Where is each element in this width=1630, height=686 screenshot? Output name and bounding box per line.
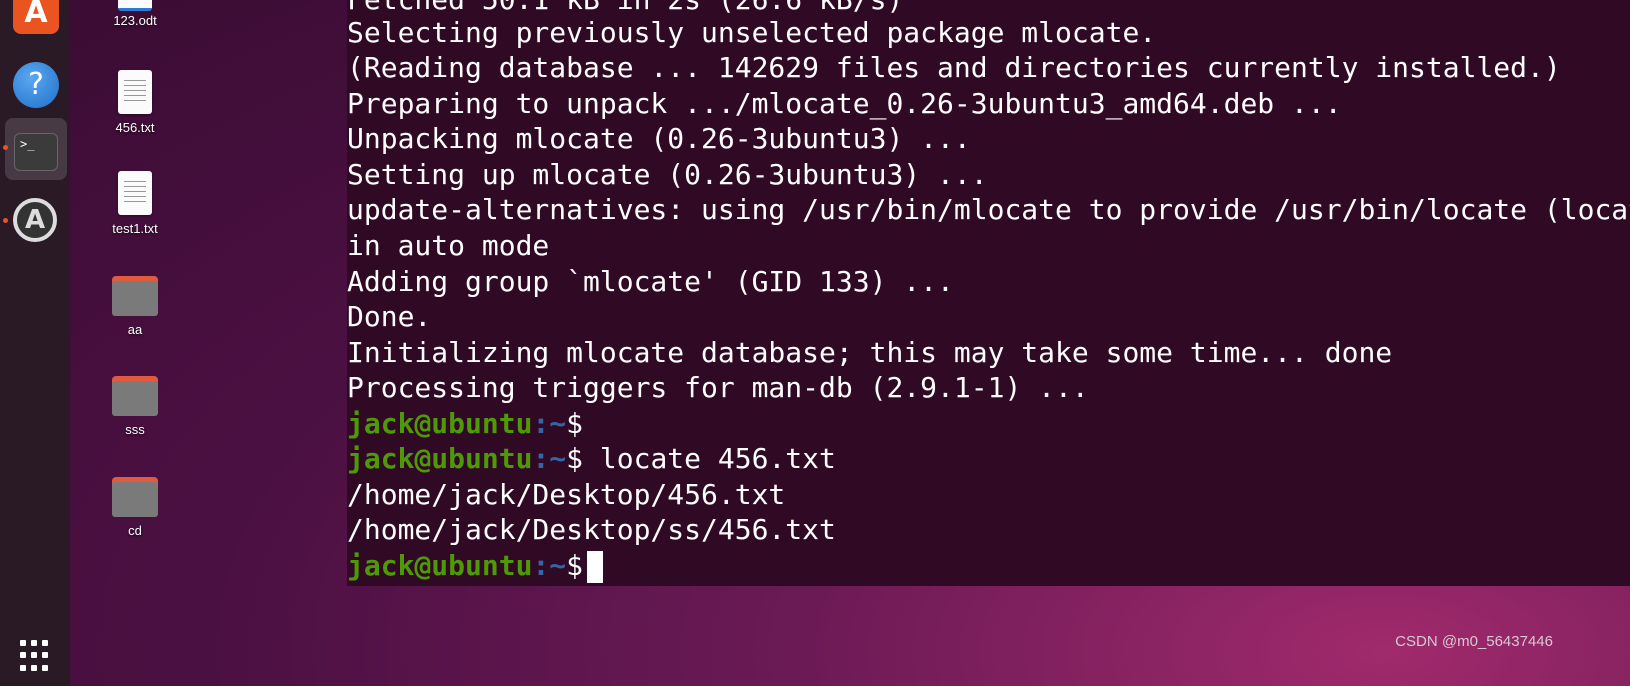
desktop-item-label: 123.odt [113, 13, 157, 28]
desktop-item-aa[interactable]: aa [95, 276, 175, 337]
show-applications-icon[interactable] [20, 640, 52, 672]
terminal-output-line: Done. [347, 300, 432, 333]
terminal-prompt-line[interactable]: jack@ubuntu:~$ [347, 548, 604, 584]
prompt-user: jack@ubuntu [347, 549, 533, 582]
document-icon [118, 0, 152, 11]
terminal-output-line: in auto mode [347, 229, 550, 262]
dock: A ? >_ A [0, 0, 70, 686]
prompt-symbol: $ [566, 549, 584, 582]
terminal-output-line: update-alternatives: using /usr/bin/mloc… [347, 193, 1630, 226]
desktop-item-label: cd [128, 523, 142, 538]
folder-icon [112, 477, 158, 517]
desktop-item-label: test1.txt [112, 221, 158, 236]
desktop-item-456-txt[interactable]: 456.txt [95, 70, 175, 135]
terminal-window[interactable]: Fetched 50.1 kB in 2s (26.6 kB/s) Select… [347, 0, 1630, 586]
desktop-item-sss[interactable]: sss [95, 376, 175, 437]
terminal-icon[interactable]: >_ [14, 133, 58, 171]
terminal-output-line: Processing triggers for man-db (2.9.1-1)… [347, 371, 1089, 404]
terminal-output-line: Setting up mlocate (0.26-3ubuntu3) ... [347, 158, 988, 191]
desktop-item-label: sss [125, 422, 145, 437]
running-indicator [3, 145, 8, 150]
prompt-path: :~ [532, 549, 567, 582]
desktop-item-test1-txt[interactable]: test1.txt [95, 171, 175, 236]
terminal-output-line: Initializing mlocate database; this may … [347, 336, 1393, 369]
software-store-icon[interactable]: A [13, 0, 59, 34]
desktop-item-cd[interactable]: cd [95, 477, 175, 538]
terminal-output-line: Selecting previously unselected package … [347, 16, 1157, 49]
prompt-symbol: $ [566, 442, 584, 475]
terminal-cursor[interactable] [587, 551, 604, 583]
folder-icon [112, 376, 158, 416]
running-indicator [3, 218, 8, 223]
help-icon[interactable]: ? [13, 62, 59, 108]
terminal-prompt-line: jack@ubuntu:~$ [347, 406, 583, 442]
folder-icon [112, 276, 158, 316]
terminal-result-line: /home/jack/Desktop/456.txt [347, 478, 786, 511]
watermark: CSDN @m0_56437446 [1395, 633, 1553, 650]
software-updater-icon[interactable]: A [13, 198, 57, 242]
terminal-output-line: Preparing to unpack .../mlocate_0.26-3ub… [347, 87, 1342, 120]
prompt-path: :~ [532, 442, 567, 475]
text-file-icon [118, 70, 152, 114]
desktop-item-label: 456.txt [115, 120, 155, 135]
terminal-command: locate 456.txt [583, 442, 836, 475]
prompt-path: :~ [532, 407, 567, 440]
terminal-prompt-line: jack@ubuntu:~$ locate 456.txt [347, 441, 836, 477]
terminal-output-line: (Reading database ... 142629 files and d… [347, 51, 1561, 84]
text-file-icon [118, 171, 152, 215]
prompt-user: jack@ubuntu [347, 407, 533, 440]
terminal-output-line: Adding group `mlocate' (GID 133) ... [347, 265, 954, 298]
desktop-item-123-odt[interactable]: 123.odt [95, 0, 175, 28]
desktop-item-label: aa [127, 322, 143, 337]
terminal-output-line: Unpacking mlocate (0.26-3ubuntu3) ... [347, 122, 971, 155]
prompt-user: jack@ubuntu [347, 442, 533, 475]
terminal-result-line: /home/jack/Desktop/ss/456.txt [347, 513, 836, 546]
prompt-symbol: $ [566, 407, 584, 440]
